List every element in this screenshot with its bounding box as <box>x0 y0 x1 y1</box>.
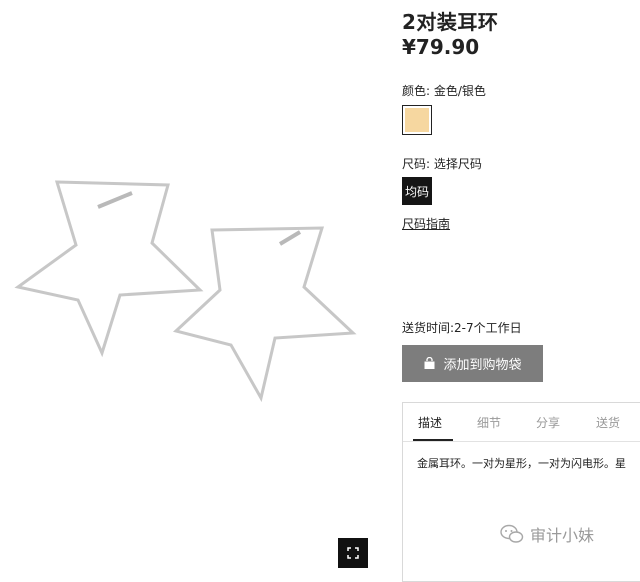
star-earrings-image <box>14 180 357 403</box>
right-star-earring <box>172 226 357 403</box>
right-clasp <box>278 230 302 246</box>
active-tab-indicator <box>413 439 453 441</box>
wechat-icon <box>500 524 524 543</box>
description-text: 金属耳环。一对为星形，一对为闪电形。星 <box>417 457 626 470</box>
add-to-bag-button[interactable]: 添加到购物袋 <box>402 345 543 382</box>
shopping-bag-icon <box>424 357 435 369</box>
delivery-time: 送货时间:2-7个工作日 <box>402 321 522 335</box>
size-label: 尺码: 选择尺码 <box>402 157 482 171</box>
left-clasp <box>97 191 133 209</box>
tab-bar: 描述 细节 分享 送货 <box>403 403 640 442</box>
color-swatch[interactable] <box>402 105 432 135</box>
watermark-text: 审计小妹 <box>530 526 595 545</box>
color-label: 颜色: 金色/银色 <box>402 84 486 98</box>
tab-details[interactable]: 细节 <box>477 414 501 431</box>
fullscreen-icon <box>347 547 359 559</box>
tab-share[interactable]: 分享 <box>536 414 560 431</box>
left-star-earring <box>14 180 204 358</box>
tab-delivery[interactable]: 送货 <box>596 414 620 431</box>
details-panel: 描述 细节 分享 送货 金属耳环。一对为星形，一对为闪电形。星 <box>402 402 640 582</box>
tab-description[interactable]: 描述 <box>418 414 442 431</box>
add-to-bag-label: 添加到购物袋 <box>443 358 522 373</box>
fullscreen-button[interactable] <box>338 538 368 568</box>
size-option-button[interactable]: 均码 <box>402 177 432 205</box>
color-swatch-fill <box>405 108 429 132</box>
product-title: 2对装耳环 <box>402 10 499 34</box>
watermark: 审计小妹 <box>500 522 594 546</box>
size-guide-link[interactable]: 尺码指南 <box>402 215 450 232</box>
product-image <box>0 0 392 568</box>
product-price: ¥79.90 <box>402 35 480 59</box>
